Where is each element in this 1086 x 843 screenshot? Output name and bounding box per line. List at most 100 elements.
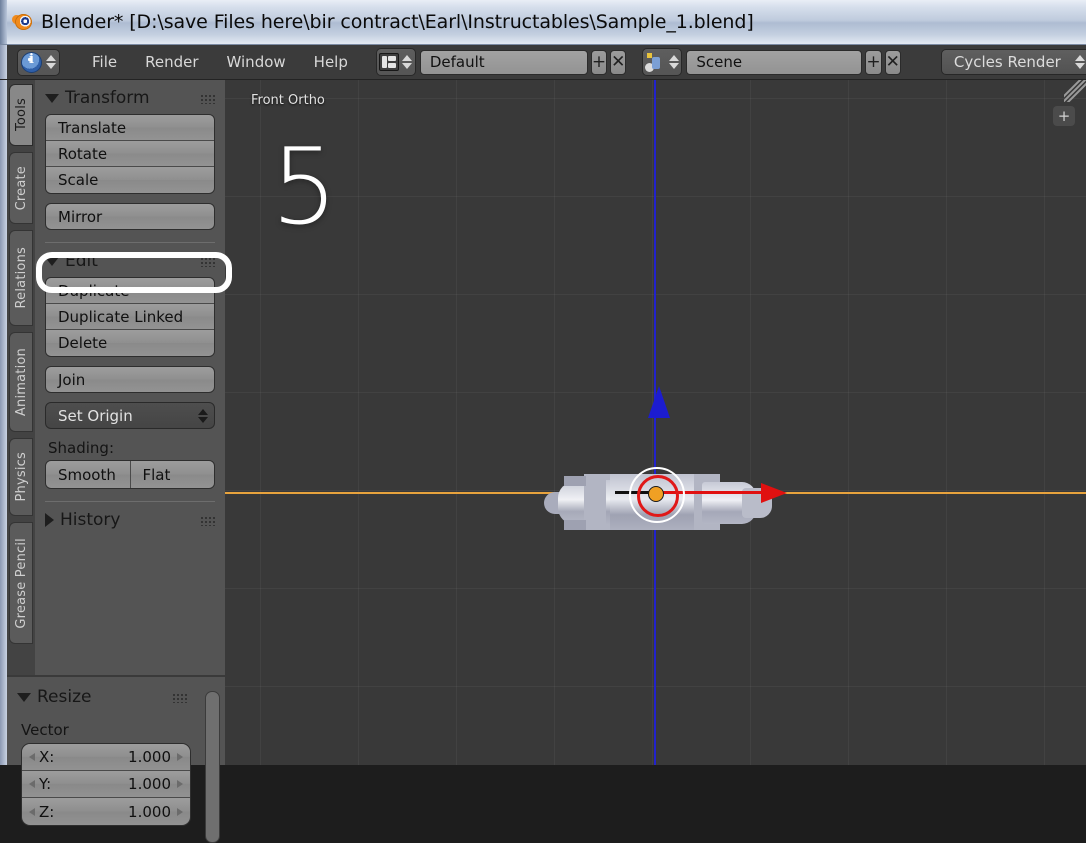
render-engine-selector[interactable]: Cycles Render — [940, 49, 1086, 75]
edit-panel-header[interactable]: Edit — [35, 243, 225, 275]
sidebar-tab-animation[interactable]: Animation — [9, 332, 33, 432]
triangle-down-icon — [45, 93, 59, 103]
resize-y-field[interactable]: Y: 1.000 — [22, 771, 190, 798]
blender-window: Blender* [D:\save Files here\bir contrac… — [0, 0, 1086, 843]
panel-grip-icon — [200, 94, 215, 104]
rotate-button[interactable]: Rotate — [46, 141, 214, 167]
operator-panel-scrollbar[interactable] — [205, 691, 220, 843]
main-menu: File Render Window Help — [78, 50, 362, 74]
delete-button[interactable]: Delete — [46, 330, 214, 356]
vector-label: Vector — [21, 721, 69, 739]
panel-grip-icon — [200, 516, 215, 526]
arrow-right-icon[interactable] — [177, 780, 183, 788]
delete-screen-layout-button[interactable]: ✕ — [610, 49, 627, 75]
triangle-down-icon — [45, 256, 59, 266]
chevron-updown-icon — [197, 408, 208, 423]
menu-file[interactable]: File — [78, 50, 131, 74]
chevron-updown-icon — [1075, 55, 1086, 69]
screen-layout-name[interactable]: Default — [419, 49, 588, 75]
arrow-right-icon[interactable] — [177, 807, 183, 816]
3d-viewport[interactable]: Front Ortho 5 + — [225, 80, 1086, 765]
edit-button-group: Duplicate Duplicate Linked Delete — [45, 277, 215, 357]
axis-label: Y: — [39, 775, 52, 793]
tool-shelf: Tools Create Relations Animation Physics… — [7, 80, 232, 675]
sidebar-tab-physics[interactable]: Physics — [9, 438, 33, 516]
screen-layout-icon — [378, 53, 399, 71]
z-axis-arrow[interactable] — [648, 386, 670, 418]
add-scene-button[interactable]: + — [865, 49, 882, 75]
chevron-updown-icon — [45, 55, 56, 69]
arrow-left-icon[interactable] — [29, 807, 35, 816]
render-engine-label: Cycles Render — [953, 53, 1061, 71]
delete-scene-button[interactable]: ✕ — [884, 49, 901, 75]
transform-panel-header[interactable]: Transform — [35, 80, 225, 112]
editor-type-selector[interactable] — [17, 48, 60, 76]
translate-button[interactable]: Translate — [46, 115, 214, 141]
transform-panel-title: Transform — [65, 88, 150, 108]
menu-help[interactable]: Help — [300, 50, 362, 74]
history-panel-title: History — [60, 510, 121, 530]
panel-grip-icon — [172, 693, 187, 703]
shade-flat-button[interactable]: Flat — [130, 461, 214, 488]
triangle-right-icon — [45, 513, 54, 527]
blender-logo-icon — [11, 12, 34, 32]
operator-panel: Resize Vector X: 1.000 Y: 1.000 Z: 1.000 — [7, 675, 225, 843]
transform-button-group: Translate Rotate Scale — [45, 114, 215, 194]
step-number-annotation: 5 — [271, 126, 338, 248]
x-axis-arrow[interactable] — [761, 483, 787, 503]
arrow-left-icon[interactable] — [29, 780, 35, 788]
tab-label: Relations — [13, 247, 29, 309]
shading-button-group: Smooth Flat — [45, 460, 215, 489]
tab-label: Physics — [13, 452, 29, 502]
sidebar-tab-tools[interactable]: Tools — [9, 84, 33, 146]
main-area: Tools Create Relations Animation Physics… — [0, 80, 1086, 843]
os-title-bar: Blender* [D:\save Files here\bir contrac… — [0, 0, 1086, 45]
tool-shelf-tabs: Tools Create Relations Animation Physics… — [7, 80, 35, 675]
arrow-left-icon[interactable] — [29, 753, 35, 761]
menu-render[interactable]: Render — [131, 50, 212, 74]
resize-panel-header[interactable]: Resize — [7, 677, 225, 711]
add-screen-layout-button[interactable]: + — [590, 49, 608, 75]
join-button[interactable]: Join — [45, 366, 215, 393]
menu-window[interactable]: Window — [213, 50, 300, 74]
z-axis-line — [654, 80, 656, 765]
tab-label: Animation — [13, 347, 29, 417]
set-origin-dropdown[interactable]: Set Origin — [45, 402, 215, 429]
window-title: Blender* [D:\save Files here\bir contrac… — [41, 11, 754, 33]
shading-label: Shading: — [48, 439, 114, 457]
scale-button[interactable]: Scale — [46, 167, 214, 193]
field-value: 1.000 — [128, 775, 171, 793]
tab-label: Tools — [13, 98, 29, 132]
scene-name-field[interactable]: Scene — [686, 49, 863, 75]
duplicate-linked-button[interactable]: Duplicate Linked — [46, 304, 214, 330]
sidebar-tab-grease-pencil[interactable]: Grease Pencil — [9, 522, 33, 644]
shade-smooth-button[interactable]: Smooth — [46, 461, 131, 488]
viewport-corner-handle[interactable] — [1064, 80, 1086, 102]
sidebar-tab-relations[interactable]: Relations — [9, 230, 33, 326]
object-origin-point[interactable] — [648, 486, 664, 502]
panel-grip-icon — [200, 257, 215, 267]
mirror-button[interactable]: Mirror — [45, 203, 215, 230]
arrow-right-icon[interactable] — [177, 753, 183, 761]
field-value: 1.000 — [128, 748, 171, 766]
info-editor-icon — [21, 51, 42, 73]
axis-label: X: — [39, 748, 55, 766]
blender-top-bar: File Render Window Help Default + ✕ Scen… — [0, 45, 1086, 80]
tab-label: Create — [13, 165, 29, 211]
duplicate-button[interactable]: Duplicate — [46, 278, 214, 304]
resize-x-field[interactable]: X: 1.000 — [22, 744, 190, 771]
chevron-updown-icon — [402, 55, 413, 69]
screen-layout-selector[interactable] — [375, 48, 416, 76]
tool-shelf-panels: Transform Translate Rotate Scale Mirror … — [35, 80, 225, 675]
scene-icon — [645, 52, 665, 72]
chevron-updown-icon — [668, 55, 679, 69]
view-orientation-label: Front Ortho — [251, 93, 325, 108]
scene-selector[interactable] — [642, 48, 683, 76]
resize-panel-title: Resize — [37, 687, 92, 707]
history-panel-header[interactable]: History — [35, 502, 225, 534]
resize-vector-fields: X: 1.000 Y: 1.000 Z: 1.000 — [21, 743, 191, 826]
tab-label: Grease Pencil — [13, 537, 29, 629]
resize-z-field[interactable]: Z: 1.000 — [22, 798, 190, 825]
sidebar-tab-create[interactable]: Create — [9, 152, 33, 224]
toolbar-toggle-button[interactable]: + — [1053, 106, 1075, 126]
